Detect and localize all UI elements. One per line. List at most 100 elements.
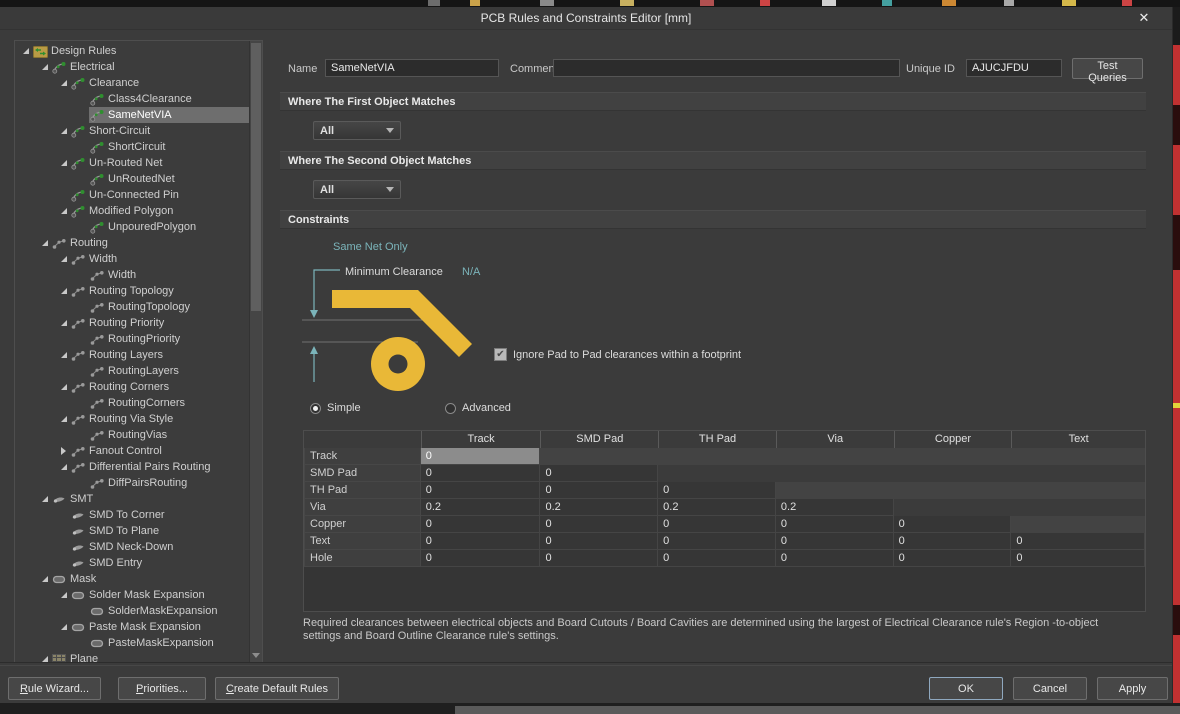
tree-item-smd-neck-down[interactable]: SMD Neck-Down — [15, 539, 249, 555]
matrix-cell-hole-text[interactable]: 0 — [1011, 550, 1145, 567]
tree-item-pastemaskexpansion[interactable]: PasteMaskExpansion — [15, 635, 249, 651]
tree-item-content[interactable]: SolderMaskExpansion — [89, 603, 249, 619]
tree-item-width[interactable]: Width — [15, 267, 249, 283]
matrix-cell-smd-pad-track[interactable]: 0 — [421, 465, 541, 482]
expander-expanded-icon[interactable] — [38, 496, 51, 502]
tree-item-content[interactable]: RoutingLayers — [89, 363, 249, 379]
tree-item-content[interactable]: Width — [70, 251, 249, 267]
simple-radio[interactable] — [310, 403, 321, 414]
ok-button[interactable]: OK — [929, 677, 1003, 700]
matrix-cell-copper-via[interactable]: 0 — [776, 516, 894, 533]
tree-item-routing-priority[interactable]: Routing Priority — [15, 315, 249, 331]
expander-expanded-icon[interactable] — [57, 416, 70, 422]
tree-item-soldermaskexpansion[interactable]: SolderMaskExpansion — [15, 603, 249, 619]
net-scope-value[interactable]: Same Net Only — [333, 241, 408, 253]
tree-item-content[interactable]: SMT — [51, 491, 249, 507]
priorities-button[interactable]: Priorities... — [118, 677, 206, 700]
ignore-pad-to-pad-checkbox[interactable]: ✔ — [494, 348, 507, 361]
tree-item-content[interactable]: Un-Connected Pin — [70, 187, 249, 203]
tree-scrollbar[interactable] — [249, 41, 262, 662]
expander-expanded-icon[interactable] — [38, 576, 51, 582]
tree-item-width[interactable]: Width — [15, 251, 249, 267]
tree-item-routingtopology[interactable]: RoutingTopology — [15, 299, 249, 315]
expander-expanded-icon[interactable] — [57, 160, 70, 166]
tree-item-content[interactable]: Class4Clearance — [89, 91, 249, 107]
tree-item-modified-polygon[interactable]: Modified Polygon — [15, 203, 249, 219]
tree-item-unpouredpolygon[interactable]: UnpouredPolygon — [15, 219, 249, 235]
tree-item-content[interactable]: DiffPairsRouting — [89, 475, 249, 491]
expander-collapsed-icon[interactable] — [57, 447, 70, 455]
expander-expanded-icon[interactable] — [57, 128, 70, 134]
tree-item-content[interactable]: Electrical — [51, 59, 249, 75]
tree-item-samenetvia[interactable]: SameNetVIA — [15, 107, 249, 123]
tree-item-content[interactable]: Routing Priority — [70, 315, 249, 331]
tree-item-paste-mask-expansion[interactable]: Paste Mask Expansion — [15, 619, 249, 635]
tree-item-electrical[interactable]: Electrical — [15, 59, 249, 75]
tree-item-routing[interactable]: Routing — [15, 235, 249, 251]
matrix-cell-th-pad-smd-pad[interactable]: 0 — [540, 482, 658, 499]
tree-item-smd-to-plane[interactable]: SMD To Plane — [15, 523, 249, 539]
tree-item-routing-layers[interactable]: Routing Layers — [15, 347, 249, 363]
matrix-cell-text-th-pad[interactable]: 0 — [658, 533, 776, 550]
matrix-cell-text-text[interactable]: 0 — [1011, 533, 1145, 550]
expander-expanded-icon[interactable] — [57, 320, 70, 326]
tree-item-content[interactable]: Mask — [51, 571, 249, 587]
expander-expanded-icon[interactable] — [57, 624, 70, 630]
matrix-cell-smd-pad-smd-pad[interactable]: 0 — [540, 465, 658, 482]
matrix-cell-hole-track[interactable]: 0 — [421, 550, 541, 567]
tree-item-content[interactable]: Routing — [51, 235, 249, 251]
tree-item-content[interactable]: SMD Neck-Down — [70, 539, 249, 555]
tree-item-content[interactable]: Routing Via Style — [70, 411, 249, 427]
tree-item-content[interactable]: Short-Circuit — [70, 123, 249, 139]
tree-item-smd-entry[interactable]: SMD Entry — [15, 555, 249, 571]
matrix-cell-copper-smd-pad[interactable]: 0 — [540, 516, 658, 533]
expander-expanded-icon[interactable] — [57, 592, 70, 598]
expander-expanded-icon[interactable] — [57, 352, 70, 358]
matrix-cell-via-smd-pad[interactable]: 0.2 — [540, 499, 658, 516]
create-default-rules-button[interactable]: Create Default Rules — [215, 677, 339, 700]
tree-item-routinglayers[interactable]: RoutingLayers — [15, 363, 249, 379]
matrix-cell-copper-th-pad[interactable]: 0 — [658, 516, 776, 533]
tree-item-routing-via-style[interactable]: Routing Via Style — [15, 411, 249, 427]
matrix-cell-copper-copper[interactable]: 0 — [894, 516, 1012, 533]
comment-input[interactable] — [553, 59, 900, 77]
tree-item-content[interactable]: Routing Corners — [70, 379, 249, 395]
tree-item-content[interactable]: Differential Pairs Routing — [70, 459, 249, 475]
matrix-cell-hole-th-pad[interactable]: 0 — [658, 550, 776, 567]
tree-item-content[interactable]: Routing Topology — [70, 283, 249, 299]
matrix-cell-via-via[interactable]: 0.2 — [776, 499, 894, 516]
tree-item-routingpriority[interactable]: RoutingPriority — [15, 331, 249, 347]
tree-item-class4clearance[interactable]: Class4Clearance — [15, 91, 249, 107]
expander-expanded-icon[interactable] — [57, 464, 70, 470]
matrix-cell-track-track[interactable]: 0 — [421, 448, 541, 465]
matrix-cell-hole-via[interactable]: 0 — [776, 550, 894, 567]
expander-expanded-icon[interactable] — [57, 80, 70, 86]
tree-item-diffpairsrouting[interactable]: DiffPairsRouting — [15, 475, 249, 491]
tree-scrollbar-down-icon[interactable] — [252, 653, 260, 658]
name-input[interactable] — [325, 59, 499, 77]
close-icon[interactable]: ✕ — [1134, 9, 1154, 27]
rule-wizard-button[interactable]: Rule Wizard... — [8, 677, 101, 700]
tree-scrollbar-thumb[interactable] — [251, 43, 261, 311]
tree-item-content[interactable]: RoutingPriority — [89, 331, 249, 347]
tree-item-content[interactable]: Paste Mask Expansion — [70, 619, 249, 635]
matrix-cell-hole-copper[interactable]: 0 — [894, 550, 1012, 567]
expander-expanded-icon[interactable] — [57, 288, 70, 294]
matrix-cell-copper-track[interactable]: 0 — [421, 516, 541, 533]
unique-id-input[interactable] — [966, 59, 1062, 77]
matrix-cell-th-pad-track[interactable]: 0 — [421, 482, 541, 499]
tree-item-content[interactable]: UnRoutedNet — [89, 171, 249, 187]
apply-button[interactable]: Apply — [1097, 677, 1168, 700]
test-queries-button[interactable]: Test Queries — [1072, 58, 1143, 79]
tree-item-content[interactable]: SMD Entry — [70, 555, 249, 571]
tree-item-content[interactable]: Width — [89, 267, 249, 283]
matrix-cell-text-smd-pad[interactable]: 0 — [540, 533, 658, 550]
matrix-cell-th-pad-th-pad[interactable]: 0 — [658, 482, 776, 499]
expander-expanded-icon[interactable] — [38, 240, 51, 246]
cancel-button[interactable]: Cancel — [1013, 677, 1087, 700]
matrix-cell-via-track[interactable]: 0.2 — [421, 499, 541, 516]
tree-item-content[interactable]: Clearance — [70, 75, 249, 91]
tree-item-content[interactable]: SameNetVIA — [89, 107, 249, 123]
tree-item-content[interactable]: Solder Mask Expansion — [70, 587, 249, 603]
tree-item-content[interactable]: UnpouredPolygon — [89, 219, 249, 235]
